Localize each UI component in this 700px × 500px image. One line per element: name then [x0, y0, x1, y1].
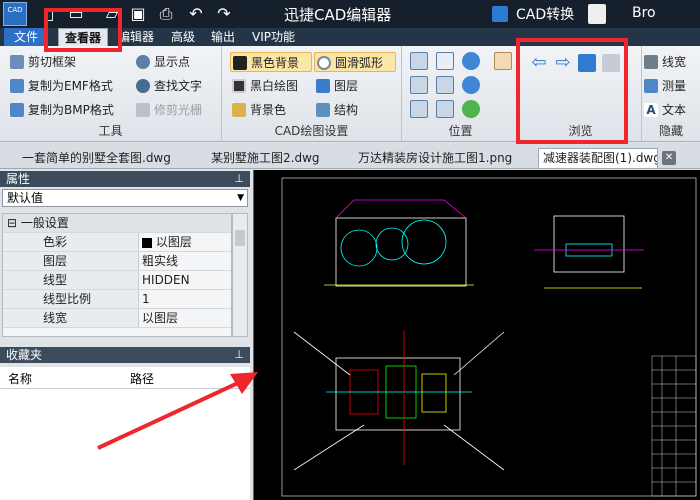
- scrollbar-thumb[interactable]: [235, 230, 245, 246]
- cad-convert-button[interactable]: CAD转换: [516, 4, 574, 24]
- layers-icon: [316, 79, 330, 93]
- find-icon: [136, 79, 150, 93]
- clip-icon: [10, 55, 24, 69]
- group-cad-settings: 黑色背景 黑白绘图 背景色 圆滑弧形 图层 结构 CAD绘图设置: [222, 46, 402, 142]
- parts-table: [651, 355, 697, 497]
- text-toggle[interactable]: A 文本: [642, 100, 686, 120]
- copy-emf-button[interactable]: 复制为EMF格式: [8, 76, 113, 96]
- property-group[interactable]: ⊟ 一般设置: [3, 214, 231, 233]
- bw-icon: [232, 79, 246, 93]
- group-hide-label: 隐藏: [658, 124, 683, 138]
- print-icon[interactable]: ⎙: [156, 4, 176, 24]
- chevron-down-icon: ▼: [237, 193, 244, 203]
- properties-grid: ⊟ 一般设置 色彩 以图层 图层 粗实线 线型 HIDDEN 线型比例 1 线宽 以图层: [2, 213, 232, 337]
- structure-icon: [316, 103, 330, 117]
- zoom-window-icon[interactable]: [436, 52, 454, 70]
- zoom-extents-icon[interactable]: [410, 76, 428, 94]
- bg-color-icon: [232, 103, 246, 117]
- view-3d-alt-icon[interactable]: [436, 100, 454, 118]
- properties-scrollbar[interactable]: [232, 213, 248, 337]
- property-row[interactable]: 线型比例 1: [3, 290, 231, 309]
- tab-doc-4[interactable]: 减速器装配图(1).dwg: [538, 148, 658, 168]
- background-color-button[interactable]: 背景色: [230, 100, 286, 120]
- full-screen-icon[interactable]: [436, 76, 454, 94]
- redo-icon[interactable]: ↷: [214, 4, 234, 24]
- fit-window-icon[interactable]: [410, 52, 428, 70]
- view-3d-icon[interactable]: [410, 100, 428, 118]
- annotation-arrow: [97, 372, 258, 450]
- properties-select[interactable]: 默认值 ▼: [2, 189, 248, 207]
- line-width-icon: [644, 55, 658, 69]
- orbit-icon[interactable]: [462, 100, 480, 118]
- property-row[interactable]: 色彩 以图层: [3, 233, 231, 252]
- property-row[interactable]: 图层 粗实线: [3, 252, 231, 271]
- collapse-icon[interactable]: ⊟: [7, 216, 17, 230]
- tab-doc-3[interactable]: 万达精装房设计施工图1.png: [358, 149, 512, 169]
- properties-panel-header: 属性 ⊥: [0, 171, 250, 187]
- column-name[interactable]: 名称: [8, 370, 32, 387]
- user-name[interactable]: Bro: [632, 5, 656, 21]
- show-points-button[interactable]: 显示点: [134, 52, 190, 72]
- menu-vip[interactable]: VIP功能: [247, 28, 300, 46]
- tab-doc-1[interactable]: 一套简单的别墅全套图.dwg: [22, 149, 171, 169]
- group-hide: 线宽 测量 A 文本 隐藏: [642, 46, 700, 142]
- property-row[interactable]: 线宽 以图层: [3, 309, 231, 328]
- app-logo: CAD: [3, 2, 27, 26]
- cad-convert-icon[interactable]: [492, 6, 508, 22]
- text-icon: A: [644, 103, 658, 117]
- color-swatch: [142, 237, 152, 248]
- measure-icon: [644, 79, 658, 93]
- close-tab-icon[interactable]: ✕: [662, 151, 676, 165]
- bw-drawing-toggle[interactable]: 黑白绘图: [230, 76, 298, 96]
- group-tools-label: 工具: [98, 124, 123, 138]
- find-text-button[interactable]: 查找文字: [134, 76, 202, 96]
- group-tools: 剪切框架 复制为EMF格式 复制为BMP格式 显示点 查找文字 修剪光栅 工具: [0, 46, 222, 142]
- smooth-arc-toggle[interactable]: 圆滑弧形: [314, 52, 396, 72]
- zoom-in-icon[interactable]: [462, 52, 480, 70]
- annotation-highlight-viewer: [44, 8, 122, 52]
- menu-file[interactable]: 文件: [4, 28, 48, 46]
- group-cad-settings-label: CAD绘图设置: [274, 124, 349, 138]
- cad-drawing: [281, 177, 697, 497]
- measure-toggle[interactable]: 测量: [642, 76, 686, 96]
- line-width-toggle[interactable]: 线宽: [642, 52, 686, 72]
- document-tabs: 一套简单的别墅全套图.dwg 某别墅施工图2.dwg 万达精装房设计施工图1.p…: [0, 143, 700, 169]
- pan-hand-icon[interactable]: [494, 52, 512, 70]
- group-position-label: 位置: [448, 124, 473, 138]
- trim-icon: [136, 103, 150, 117]
- annotation-highlight-browse: [516, 38, 628, 144]
- trim-raster-button[interactable]: 修剪光栅: [134, 100, 202, 120]
- group-position: 位置: [402, 46, 520, 142]
- black-background-toggle[interactable]: 黑色背景: [230, 52, 312, 72]
- structure-button[interactable]: 结构: [314, 100, 358, 120]
- emf-icon: [10, 79, 24, 93]
- menu-output[interactable]: 输出: [206, 28, 240, 46]
- bmp-icon: [10, 103, 24, 117]
- pin-icon[interactable]: ⊥: [234, 171, 244, 187]
- arc-icon: [317, 56, 331, 70]
- tab-doc-2[interactable]: 某别墅施工图2.dwg: [211, 149, 320, 169]
- copy-bmp-button[interactable]: 复制为BMP格式: [8, 100, 114, 120]
- property-row[interactable]: 线型 HIDDEN: [3, 271, 231, 290]
- save-icon[interactable]: ▣: [128, 4, 148, 24]
- clip-frame-button[interactable]: 剪切框架: [8, 52, 76, 72]
- drawing-canvas[interactable]: [253, 170, 700, 500]
- undo-icon[interactable]: ↶: [186, 4, 206, 24]
- zoom-out-icon[interactable]: [462, 76, 480, 94]
- points-icon: [136, 55, 150, 69]
- black-bg-icon: [233, 56, 247, 70]
- user-icon[interactable]: [588, 4, 606, 24]
- top-view-outline: [335, 217, 467, 287]
- window-title: 迅捷CAD编辑器: [284, 6, 392, 24]
- layers-button[interactable]: 图层: [314, 76, 358, 96]
- menu-advanced[interactable]: 高级: [166, 28, 200, 46]
